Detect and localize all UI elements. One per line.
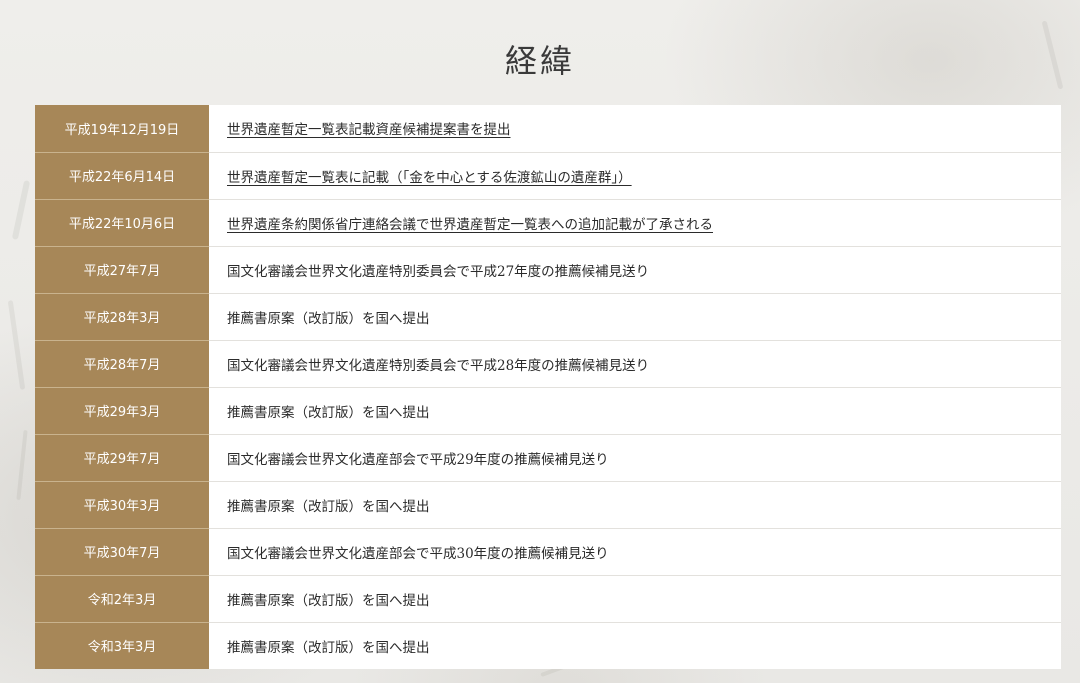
timeline-event-cell: 推薦書原案（改訂版）を国へ提出 [209,293,1061,341]
timeline-row: 平成28年3月 推薦書原案（改訂版）を国へ提出 [35,293,1061,341]
timeline-date: 平成29年3月 [35,387,209,435]
timeline-date: 平成28年7月 [35,340,209,388]
timeline-event-cell: 推薦書原案（改訂版）を国へ提出 [209,387,1061,435]
timeline-date: 平成30年3月 [35,481,209,529]
history-timeline-table: 平成19年12月19日 世界遺産暫定一覧表記載資産候補提案書を提出平成22年6月1… [35,105,1061,669]
timeline-event-text: 国文化審議会世界文化遺産部会で平成29年度の推薦候補見送り [227,451,609,468]
timeline-date: 令和2年3月 [35,575,209,623]
timeline-row: 平成22年6月14日 世界遺産暫定一覧表に記載（「金を中心とする佐渡鉱山の遺産群」… [35,152,1061,200]
timeline-row: 平成19年12月19日 世界遺産暫定一覧表記載資産候補提案書を提出 [35,105,1061,153]
timeline-event-link[interactable]: 世界遺産暫定一覧表記載資産候補提案書を提出 [227,122,511,138]
timeline-event-text: 推薦書原案（改訂版）を国へ提出 [227,404,430,421]
timeline-event-cell: 推薦書原案（改訂版）を国へ提出 [209,481,1061,529]
timeline-event-cell: 国文化審議会世界文化遺産特別委員会で平成28年度の推薦候補見送り [209,340,1061,388]
timeline-event-text: 推薦書原案（改訂版）を国へ提出 [227,592,430,609]
timeline-row: 平成22年10月6日 世界遺産条約関係省庁連絡会議で世界遺産暫定一覧表への追加記載… [35,199,1061,247]
timeline-row: 令和3年3月 推薦書原案（改訂版）を国へ提出 [35,622,1061,669]
timeline-date: 令和3年3月 [35,622,209,669]
timeline-event-text: 推薦書原案（改訂版）を国へ提出 [227,498,430,515]
background-brush-stroke [11,180,31,240]
timeline-body: 平成19年12月19日 世界遺産暫定一覧表記載資産候補提案書を提出平成22年6月1… [35,105,1061,669]
background-brush-stroke [7,300,26,390]
timeline-event-text: 国文化審議会世界文化遺産部会で平成30年度の推薦候補見送り [227,545,609,562]
timeline-event-cell: 世界遺産暫定一覧表記載資産候補提案書を提出 [209,105,1061,153]
timeline-row: 令和2年3月 推薦書原案（改訂版）を国へ提出 [35,575,1061,623]
timeline-date: 平成30年7月 [35,528,209,576]
timeline-row: 平成29年7月 国文化審議会世界文化遺産部会で平成29年度の推薦候補見送り [35,434,1061,482]
timeline-row: 平成27年7月 国文化審議会世界文化遺産特別委員会で平成27年度の推薦候補見送り [35,246,1061,294]
timeline-row: 平成29年3月 推薦書原案（改訂版）を国へ提出 [35,387,1061,435]
timeline-event-cell: 世界遺産暫定一覧表に記載（「金を中心とする佐渡鉱山の遺産群」） [209,152,1061,200]
timeline-event-link[interactable]: 世界遺産条約関係省庁連絡会議で世界遺産暫定一覧表への追加記載が了承される [227,217,713,233]
timeline-event-text: 国文化審議会世界文化遺産特別委員会で平成27年度の推薦候補見送り [227,263,650,280]
timeline-date: 平成22年10月6日 [35,199,209,247]
timeline-event-cell: 世界遺産条約関係省庁連絡会議で世界遺産暫定一覧表への追加記載が了承される [209,199,1061,247]
timeline-row: 平成30年3月 推薦書原案（改訂版）を国へ提出 [35,481,1061,529]
timeline-date: 平成29年7月 [35,434,209,482]
background-brush-stroke [16,429,28,501]
timeline-event-text: 推薦書原案（改訂版）を国へ提出 [227,310,430,327]
timeline-event-text: 推薦書原案（改訂版）を国へ提出 [227,639,430,656]
timeline-date: 平成19年12月19日 [35,105,209,153]
timeline-date: 平成27年7月 [35,246,209,294]
timeline-event-link[interactable]: 世界遺産暫定一覧表に記載（「金を中心とする佐渡鉱山の遺産群」） [227,170,632,186]
timeline-event-cell: 国文化審議会世界文化遺産部会で平成30年度の推薦候補見送り [209,528,1061,576]
timeline-row: 平成30年7月 国文化審議会世界文化遺産部会で平成30年度の推薦候補見送り [35,528,1061,576]
timeline-row: 平成28年7月 国文化審議会世界文化遺産特別委員会で平成28年度の推薦候補見送り [35,340,1061,388]
timeline-date: 平成22年6月14日 [35,152,209,200]
timeline-event-cell: 推薦書原案（改訂版）を国へ提出 [209,622,1061,669]
timeline-event-text: 国文化審議会世界文化遺産特別委員会で平成28年度の推薦候補見送り [227,357,650,374]
timeline-event-cell: 国文化審議会世界文化遺産特別委員会で平成27年度の推薦候補見送り [209,246,1061,294]
timeline-event-cell: 推薦書原案（改訂版）を国へ提出 [209,575,1061,623]
page-title: 経緯 [504,42,575,80]
timeline-date: 平成28年3月 [35,293,209,341]
timeline-event-cell: 国文化審議会世界文化遺産部会で平成29年度の推薦候補見送り [209,434,1061,482]
